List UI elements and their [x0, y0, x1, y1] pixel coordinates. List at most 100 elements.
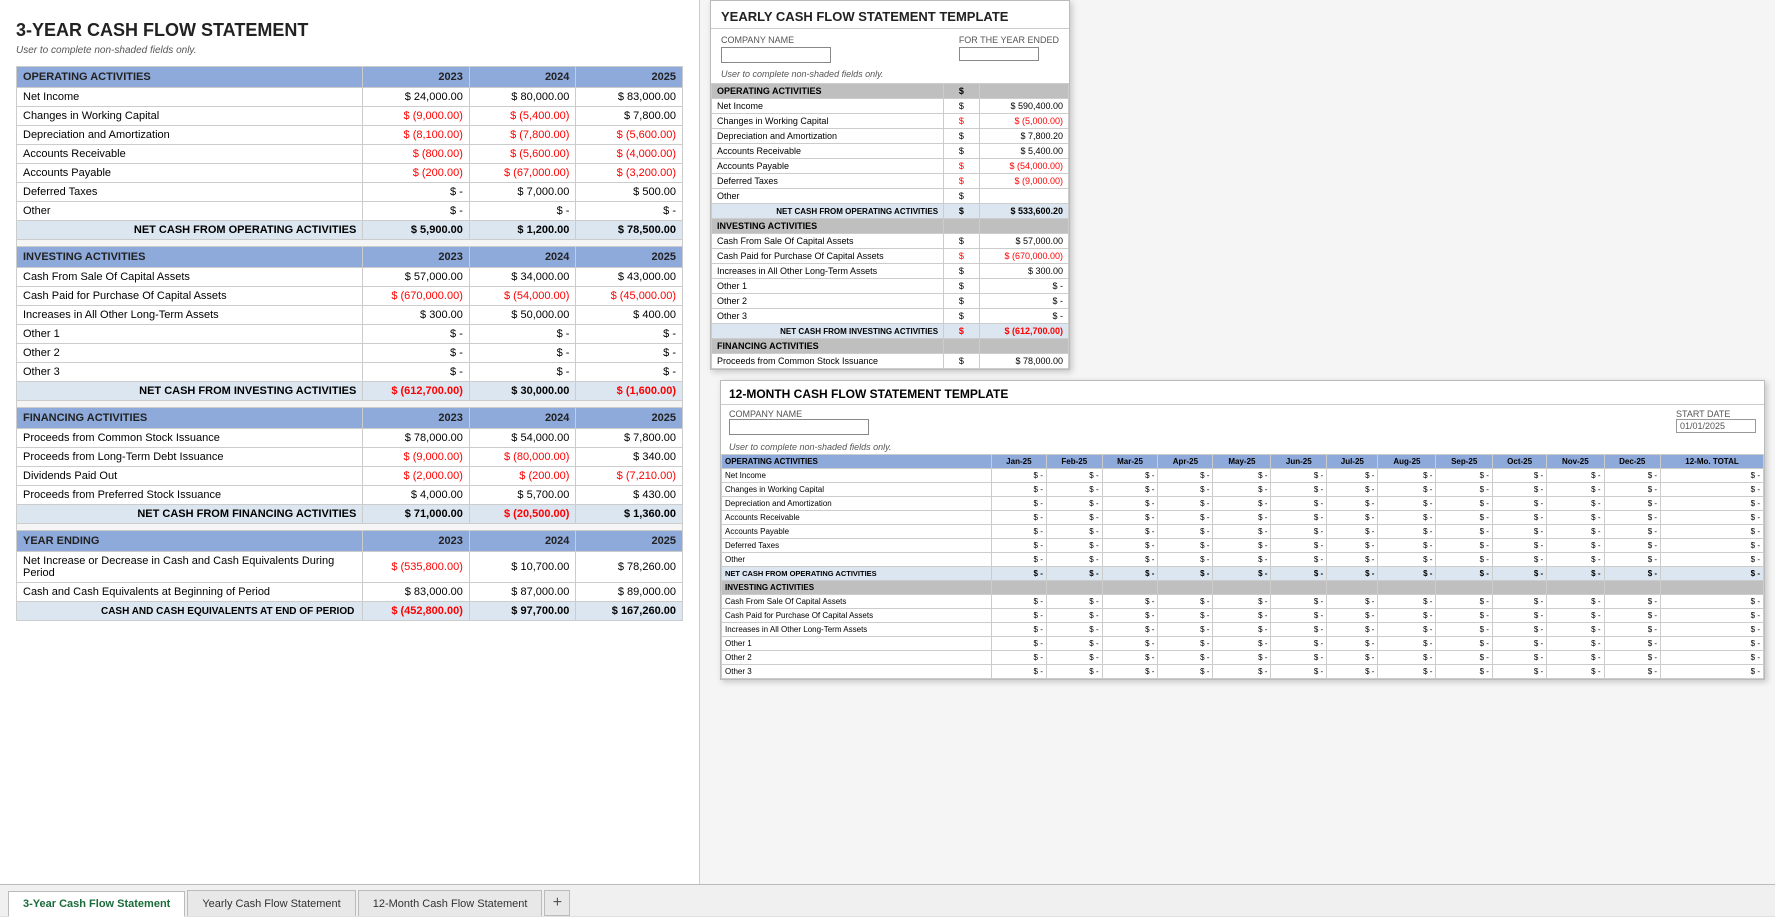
fin-2023-0[interactable]: $ 78,000.00: [363, 429, 470, 448]
tab-yearly[interactable]: Yearly Cash Flow Statement: [187, 890, 355, 916]
y-op-r5-amt[interactable]: $ (9,000.00): [979, 174, 1068, 189]
m-inv-cell-1-6[interactable]: $ -: [1327, 609, 1378, 623]
m-inv-cell-5-10[interactable]: $ -: [1547, 665, 1604, 679]
m-op-cell-4-0[interactable]: $ -: [991, 525, 1046, 539]
m-op-cell-2-1[interactable]: $ -: [1046, 497, 1102, 511]
m-op-cell-4-11[interactable]: $ -: [1604, 525, 1661, 539]
ye-2025-1[interactable]: $ 89,000.00: [576, 583, 683, 602]
op-2023-5[interactable]: $ -: [363, 183, 470, 202]
m-inv-cell-1-2[interactable]: $ -: [1102, 609, 1158, 623]
m-inv-cell-3-2[interactable]: $ -: [1102, 637, 1158, 651]
m-op-cell-5-3[interactable]: $ -: [1158, 539, 1213, 553]
m-op-cell-6-8[interactable]: $ -: [1436, 553, 1493, 567]
m-op-cell-5-5[interactable]: $ -: [1271, 539, 1327, 553]
m-op-cell-3-5[interactable]: $ -: [1271, 511, 1327, 525]
m-inv-cell-5-7[interactable]: $ -: [1378, 665, 1436, 679]
m-op-cell-2-3[interactable]: $ -: [1158, 497, 1213, 511]
fin-2025-2[interactable]: $ (7,210.00): [576, 467, 683, 486]
m-op-cell-3-8[interactable]: $ -: [1436, 511, 1493, 525]
m-op-cell-4-12[interactable]: $ -: [1661, 525, 1764, 539]
y-inv-r2-amt[interactable]: $ 300.00: [979, 264, 1068, 279]
m-inv-cell-5-8[interactable]: $ -: [1436, 665, 1493, 679]
inv-2025-1[interactable]: $ (45,000.00): [576, 287, 683, 306]
m-inv-cell-5-4[interactable]: $ -: [1213, 665, 1271, 679]
m-op-cell-2-2[interactable]: $ -: [1102, 497, 1158, 511]
m-inv-cell-0-4[interactable]: $ -: [1213, 595, 1271, 609]
m-inv-cell-5-6[interactable]: $ -: [1327, 665, 1378, 679]
m-inv-cell-3-12[interactable]: $ -: [1661, 637, 1764, 651]
m-inv-cell-1-1[interactable]: $ -: [1046, 609, 1102, 623]
m-op-cell-1-10[interactable]: $ -: [1547, 483, 1604, 497]
inv-2025-0[interactable]: $ 43,000.00: [576, 268, 683, 287]
m-inv-cell-2-1[interactable]: $ -: [1046, 623, 1102, 637]
m-inv-cell-0-8[interactable]: $ -: [1436, 595, 1493, 609]
op-2023-0[interactable]: $ 24,000.00: [363, 88, 470, 107]
m-inv-cell-0-5[interactable]: $ -: [1271, 595, 1327, 609]
m-inv-cell-1-3[interactable]: $ -: [1158, 609, 1213, 623]
m-op-cell-2-8[interactable]: $ -: [1436, 497, 1493, 511]
m-inv-cell-4-6[interactable]: $ -: [1327, 651, 1378, 665]
m-inv-cell-4-12[interactable]: $ -: [1661, 651, 1764, 665]
m-inv-cell-1-0[interactable]: $ -: [991, 609, 1046, 623]
m-inv-cell-5-1[interactable]: $ -: [1046, 665, 1102, 679]
m-op-cell-1-0[interactable]: $ -: [991, 483, 1046, 497]
m-inv-cell-2-3[interactable]: $ -: [1158, 623, 1213, 637]
fin-2024-0[interactable]: $ 54,000.00: [469, 429, 576, 448]
m-inv-cell-3-9[interactable]: $ -: [1492, 637, 1546, 651]
fin-2023-2[interactable]: $ (2,000.00): [363, 467, 470, 486]
m-op-cell-4-1[interactable]: $ -: [1046, 525, 1102, 539]
fin-2023-1[interactable]: $ (9,000.00): [363, 448, 470, 467]
m-op-cell-2-4[interactable]: $ -: [1213, 497, 1271, 511]
m-op-cell-2-10[interactable]: $ -: [1547, 497, 1604, 511]
m-op-cell-2-11[interactable]: $ -: [1604, 497, 1661, 511]
m-op-cell-1-8[interactable]: $ -: [1436, 483, 1493, 497]
fin-2025-3[interactable]: $ 430.00: [576, 486, 683, 505]
m-inv-cell-4-9[interactable]: $ -: [1492, 651, 1546, 665]
m-op-cell-5-6[interactable]: $ -: [1327, 539, 1378, 553]
m-op-cell-2-6[interactable]: $ -: [1327, 497, 1378, 511]
m-op-cell-0-11[interactable]: $ -: [1604, 469, 1661, 483]
m-inv-cell-4-0[interactable]: $ -: [991, 651, 1046, 665]
m-op-cell-4-9[interactable]: $ -: [1492, 525, 1546, 539]
m-op-cell-0-1[interactable]: $ -: [1046, 469, 1102, 483]
m-inv-cell-2-0[interactable]: $ -: [991, 623, 1046, 637]
fin-2024-2[interactable]: $ (200.00): [469, 467, 576, 486]
m-op-cell-1-3[interactable]: $ -: [1158, 483, 1213, 497]
m-op-cell-3-10[interactable]: $ -: [1547, 511, 1604, 525]
inv-2025-5[interactable]: $ -: [576, 363, 683, 382]
monthly-company-input[interactable]: [729, 419, 869, 435]
m-op-cell-1-9[interactable]: $ -: [1492, 483, 1546, 497]
m-inv-cell-5-11[interactable]: $ -: [1604, 665, 1661, 679]
m-op-cell-3-4[interactable]: $ -: [1213, 511, 1271, 525]
m-op-cell-4-10[interactable]: $ -: [1547, 525, 1604, 539]
m-inv-cell-0-6[interactable]: $ -: [1327, 595, 1378, 609]
m-op-cell-5-7[interactable]: $ -: [1378, 539, 1436, 553]
m-op-cell-0-9[interactable]: $ -: [1492, 469, 1546, 483]
m-inv-cell-0-0[interactable]: $ -: [991, 595, 1046, 609]
y-op-r6-amt[interactable]: [979, 189, 1068, 204]
op-2023-1[interactable]: $ (9,000.00): [363, 107, 470, 126]
m-inv-cell-1-7[interactable]: $ -: [1378, 609, 1436, 623]
m-op-cell-3-7[interactable]: $ -: [1378, 511, 1436, 525]
m-inv-cell-5-0[interactable]: $ -: [991, 665, 1046, 679]
m-op-cell-1-1[interactable]: $ -: [1046, 483, 1102, 497]
m-inv-cell-4-4[interactable]: $ -: [1213, 651, 1271, 665]
m-inv-cell-3-11[interactable]: $ -: [1604, 637, 1661, 651]
op-2024-5[interactable]: $ 7,000.00: [469, 183, 576, 202]
m-inv-cell-2-5[interactable]: $ -: [1271, 623, 1327, 637]
inv-2023-5[interactable]: $ -: [363, 363, 470, 382]
m-inv-cell-4-1[interactable]: $ -: [1046, 651, 1102, 665]
inv-2023-3[interactable]: $ -: [363, 325, 470, 344]
ye-2023-1[interactable]: $ 83,000.00: [363, 583, 470, 602]
op-2025-6[interactable]: $ -: [576, 202, 683, 221]
m-op-cell-6-5[interactable]: $ -: [1271, 553, 1327, 567]
op-2025-5[interactable]: $ 500.00: [576, 183, 683, 202]
m-op-cell-1-12[interactable]: $ -: [1661, 483, 1764, 497]
inv-2025-4[interactable]: $ -: [576, 344, 683, 363]
yearly-year-input[interactable]: [959, 47, 1039, 61]
y-op-r4-amt[interactable]: $ (54,000.00): [979, 159, 1068, 174]
m-inv-cell-0-7[interactable]: $ -: [1378, 595, 1436, 609]
m-op-cell-5-1[interactable]: $ -: [1046, 539, 1102, 553]
op-2024-2[interactable]: $ (7,800.00): [469, 126, 576, 145]
y-inv-r4-amt[interactable]: $ -: [979, 294, 1068, 309]
